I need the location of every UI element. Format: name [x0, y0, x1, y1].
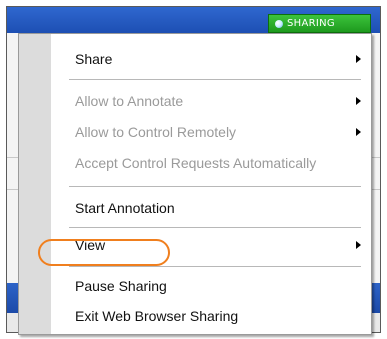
submenu-arrow-icon: [356, 128, 361, 136]
menu-separator: [69, 266, 361, 267]
menu-item-label: Allow to Annotate: [75, 93, 184, 109]
sharing-status-label: SHARING: [287, 18, 335, 29]
menu-separator: [69, 186, 361, 187]
submenu-arrow-icon: [356, 97, 361, 105]
menu-icon-gutter: [19, 34, 51, 334]
menu-separator: [69, 227, 361, 228]
menu-item-label: Accept Control Requests Automatically: [75, 155, 317, 171]
sharing-status-badge[interactable]: SHARING: [268, 14, 371, 33]
sharing-globe-icon: [275, 19, 283, 28]
menu-item-pause-sharing[interactable]: Pause Sharing: [51, 271, 371, 301]
menu-item-label: Exit Web Browser Sharing: [75, 308, 239, 324]
menu-item-allow-to-annotate[interactable]: Allow to Annotate: [51, 86, 371, 116]
menu-item-exit-web-browser-sharing[interactable]: Exit Web Browser Sharing: [51, 301, 371, 331]
menu-item-label: Allow to Control Remotely: [75, 124, 237, 140]
menu-separator: [69, 79, 361, 80]
menu-item-label: Start Annotation: [75, 200, 175, 216]
menu-item-label: Share: [75, 51, 113, 67]
menu-item-accept-control-requests[interactable]: Accept Control Requests Automatically: [51, 148, 371, 178]
pause-sharing-highlight-ring: [38, 239, 170, 266]
menu-item-allow-to-control-remotely[interactable]: Allow to Control Remotely: [51, 117, 371, 147]
menu-item-share[interactable]: Share: [51, 44, 371, 74]
menu-item-start-annotation[interactable]: Start Annotation: [51, 193, 371, 223]
submenu-arrow-icon: [356, 241, 361, 249]
sharing-context-menu: Share Allow to Annotate Allow to Control…: [18, 33, 372, 335]
submenu-arrow-icon: [356, 55, 361, 63]
menu-item-label: Pause Sharing: [75, 278, 167, 294]
